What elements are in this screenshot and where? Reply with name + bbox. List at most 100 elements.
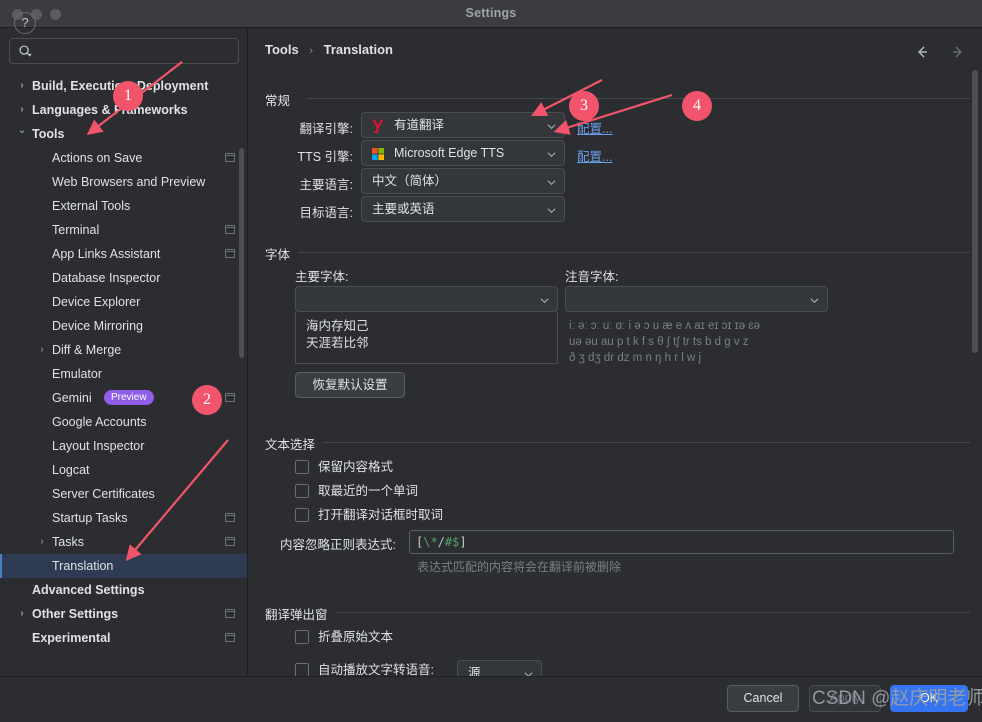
sidebar-item-emulator[interactable]: Emulator bbox=[0, 362, 247, 386]
back-arrow-icon[interactable] bbox=[914, 44, 930, 60]
annotation-badge-1: 1 bbox=[113, 81, 143, 111]
primary-language-select[interactable]: 中文（简体） bbox=[361, 168, 565, 194]
sidebar-item-label: Experimental bbox=[32, 631, 111, 645]
tts-engine-configure-link[interactable]: 配置... bbox=[577, 146, 612, 165]
chevron-right-icon[interactable]: › bbox=[36, 338, 48, 362]
sidebar-item-label: Startup Tasks bbox=[52, 511, 128, 525]
sidebar-item-label: Advanced Settings bbox=[32, 583, 145, 597]
chevron-down-icon[interactable]: ⌄ bbox=[16, 122, 28, 146]
help-button[interactable]: ? bbox=[14, 12, 36, 34]
sidebar-item-device-mirroring[interactable]: Device Mirroring bbox=[0, 314, 247, 338]
microsoft-logo-icon bbox=[372, 148, 384, 160]
chevron-down-icon bbox=[540, 298, 549, 304]
section-popup-title: 翻译弹出窗 bbox=[265, 604, 336, 623]
sidebar-scrollbar[interactable] bbox=[239, 148, 244, 358]
nearest-word-checkbox[interactable] bbox=[295, 484, 309, 498]
phonetic-font-select[interactable] bbox=[565, 286, 828, 312]
primary-font-select[interactable] bbox=[295, 286, 558, 312]
sidebar-item-server-certificates[interactable]: Server Certificates bbox=[0, 482, 247, 506]
chevron-down-icon bbox=[547, 180, 556, 186]
section-fonts-divider bbox=[297, 252, 970, 253]
sidebar-item-label: Layout Inspector bbox=[52, 439, 145, 453]
sidebar-item-label: Database Inspector bbox=[52, 271, 161, 285]
sidebar-item-experimental[interactable]: Experimental bbox=[0, 626, 247, 650]
chevron-right-icon[interactable]: › bbox=[16, 98, 28, 122]
take-word-on-dialog-checkbox[interactable] bbox=[295, 508, 309, 522]
sidebar-item-terminal[interactable]: Terminal bbox=[0, 218, 247, 242]
restore-defaults-button[interactable]: 恢复默认设置 bbox=[295, 372, 405, 398]
annotation-badge-3: 3 bbox=[569, 91, 599, 121]
settings-content-panel: Tools › Translation 常规 翻译引擎: 有道翻译 配置... … bbox=[249, 28, 982, 676]
section-popup: 翻译弹出窗 折叠原始文本 自动播放文字转语音: 源 bbox=[265, 604, 970, 676]
auto-tts-source-value: 源 bbox=[468, 666, 481, 676]
window-title: Settings bbox=[465, 6, 517, 20]
sidebar-item-label: Tools bbox=[32, 127, 65, 141]
primary-font-preview: 海内存知己 天涯若比邻 bbox=[295, 312, 558, 364]
sidebar-item-label: External Tools bbox=[52, 199, 131, 213]
sidebar-item-label: Terminal bbox=[52, 223, 100, 237]
target-language-select[interactable]: 主要或英语 bbox=[361, 196, 565, 222]
chevron-down-icon bbox=[547, 152, 556, 158]
sidebar-item-label: Tasks bbox=[52, 535, 84, 549]
sidebar-item-external-tools[interactable]: External Tools bbox=[0, 194, 247, 218]
settings-tree[interactable]: › Build, Execution, Deployment › Languages … bbox=[0, 74, 247, 674]
primary-language-label: 主要语言: bbox=[299, 178, 353, 192]
sidebar-item-label: Other Settings bbox=[32, 607, 119, 621]
chevron-down-icon bbox=[810, 298, 819, 304]
section-general-title: 常规 bbox=[265, 90, 299, 109]
modified-indicator-icon bbox=[225, 537, 235, 546]
chevron-right-icon[interactable]: › bbox=[16, 74, 28, 98]
section-text-selection-divider bbox=[321, 442, 970, 443]
cancel-button[interactable]: Cancel bbox=[727, 685, 799, 712]
tts-engine-label: TTS 引擎: bbox=[297, 150, 353, 164]
primary-font-preview-line-2: 天涯若比邻 bbox=[306, 336, 369, 350]
sidebar-item-database-inspector[interactable]: Database Inspector bbox=[0, 266, 247, 290]
section-fonts: 字体 主要字体: 海内存知己 天涯若比邻 注音字体: iː əː ɔː uː ɑ… bbox=[265, 244, 970, 404]
search-input[interactable] bbox=[9, 38, 239, 64]
ignore-regex-input[interactable]: [\*/#$] bbox=[409, 530, 954, 554]
sidebar-item-translation[interactable]: Translation bbox=[0, 554, 247, 578]
sidebar-item-actions-on-save[interactable]: Actions on Save bbox=[0, 146, 247, 170]
sidebar-item-label: Actions on Save bbox=[52, 151, 143, 165]
sidebar-item-web-browsers-and-preview[interactable]: Web Browsers and Preview bbox=[0, 170, 247, 194]
ignore-regex-label: 内容忽略正则表达式: bbox=[280, 538, 396, 552]
translate-engine-value: 有道翻译 bbox=[394, 118, 445, 132]
chevron-right-icon[interactable]: › bbox=[36, 530, 48, 554]
translate-engine-select[interactable]: 有道翻译 bbox=[361, 112, 565, 138]
modified-indicator-icon bbox=[225, 249, 235, 258]
sidebar-item-layout-inspector[interactable]: Layout Inspector bbox=[0, 434, 247, 458]
sidebar-item-tasks[interactable]: › Tasks bbox=[0, 530, 247, 554]
annotation-badge-4: 4 bbox=[682, 91, 712, 121]
auto-tts-checkbox[interactable] bbox=[295, 663, 309, 676]
sidebar-item-app-links-assistant[interactable]: App Links Assistant bbox=[0, 242, 247, 266]
sidebar-item-diff-merge[interactable]: › Diff & Merge bbox=[0, 338, 247, 362]
sidebar-item-device-explorer[interactable]: Device Explorer bbox=[0, 290, 247, 314]
keep-format-checkbox[interactable] bbox=[295, 460, 309, 474]
sidebar-item-advanced-settings[interactable]: Advanced Settings bbox=[0, 578, 247, 602]
sidebar-item-startup-tasks[interactable]: Startup Tasks bbox=[0, 506, 247, 530]
sidebar-item-logcat[interactable]: Logcat bbox=[0, 458, 247, 482]
sidebar-item-label: Emulator bbox=[52, 367, 103, 381]
tts-engine-select[interactable]: Microsoft Edge TTS bbox=[361, 140, 565, 166]
sidebar-item-label: Translation bbox=[52, 559, 114, 573]
sidebar-item-label: Languages & Frameworks bbox=[32, 103, 188, 117]
section-text-selection-title: 文本选择 bbox=[265, 434, 324, 453]
content-scrollbar[interactable] bbox=[972, 70, 978, 353]
nearest-word-label: 取最近的一个单词 bbox=[318, 484, 419, 498]
sidebar-item-tools[interactable]: ⌄ Tools bbox=[0, 122, 247, 146]
section-general: 常规 翻译引擎: 有道翻译 配置... TTS 引擎: Microsoft Ed… bbox=[265, 90, 970, 230]
csdn-watermark: CSDN @赵庆明老师 bbox=[812, 688, 982, 709]
phonetic-font-preview-line-1: iː əː ɔː uː ɑː i ə ɔ u æ e ʌ aɪ eɪ ɔɪ ɪə… bbox=[569, 320, 761, 332]
chevron-right-icon[interactable]: › bbox=[16, 602, 28, 626]
auto-tts-source-select[interactable]: 源 bbox=[457, 660, 542, 676]
forward-arrow-icon[interactable] bbox=[950, 44, 966, 60]
phonetic-font-preview-line-3: ð ʒ dʒ dr dz m n ŋ h r l w j bbox=[569, 352, 702, 364]
breadcrumb-root[interactable]: Tools bbox=[265, 42, 299, 57]
sidebar-item-label: Server Certificates bbox=[52, 487, 155, 501]
sidebar-item-label: Device Explorer bbox=[52, 295, 141, 309]
sidebar-item-other-settings[interactable]: › Other Settings bbox=[0, 602, 247, 626]
primary-font-preview-line-1: 海内存知己 bbox=[306, 319, 369, 333]
primary-language-value: 中文（简体） bbox=[372, 174, 448, 188]
fold-original-checkbox[interactable] bbox=[295, 630, 309, 644]
primary-font-label: 主要字体: bbox=[295, 270, 349, 284]
